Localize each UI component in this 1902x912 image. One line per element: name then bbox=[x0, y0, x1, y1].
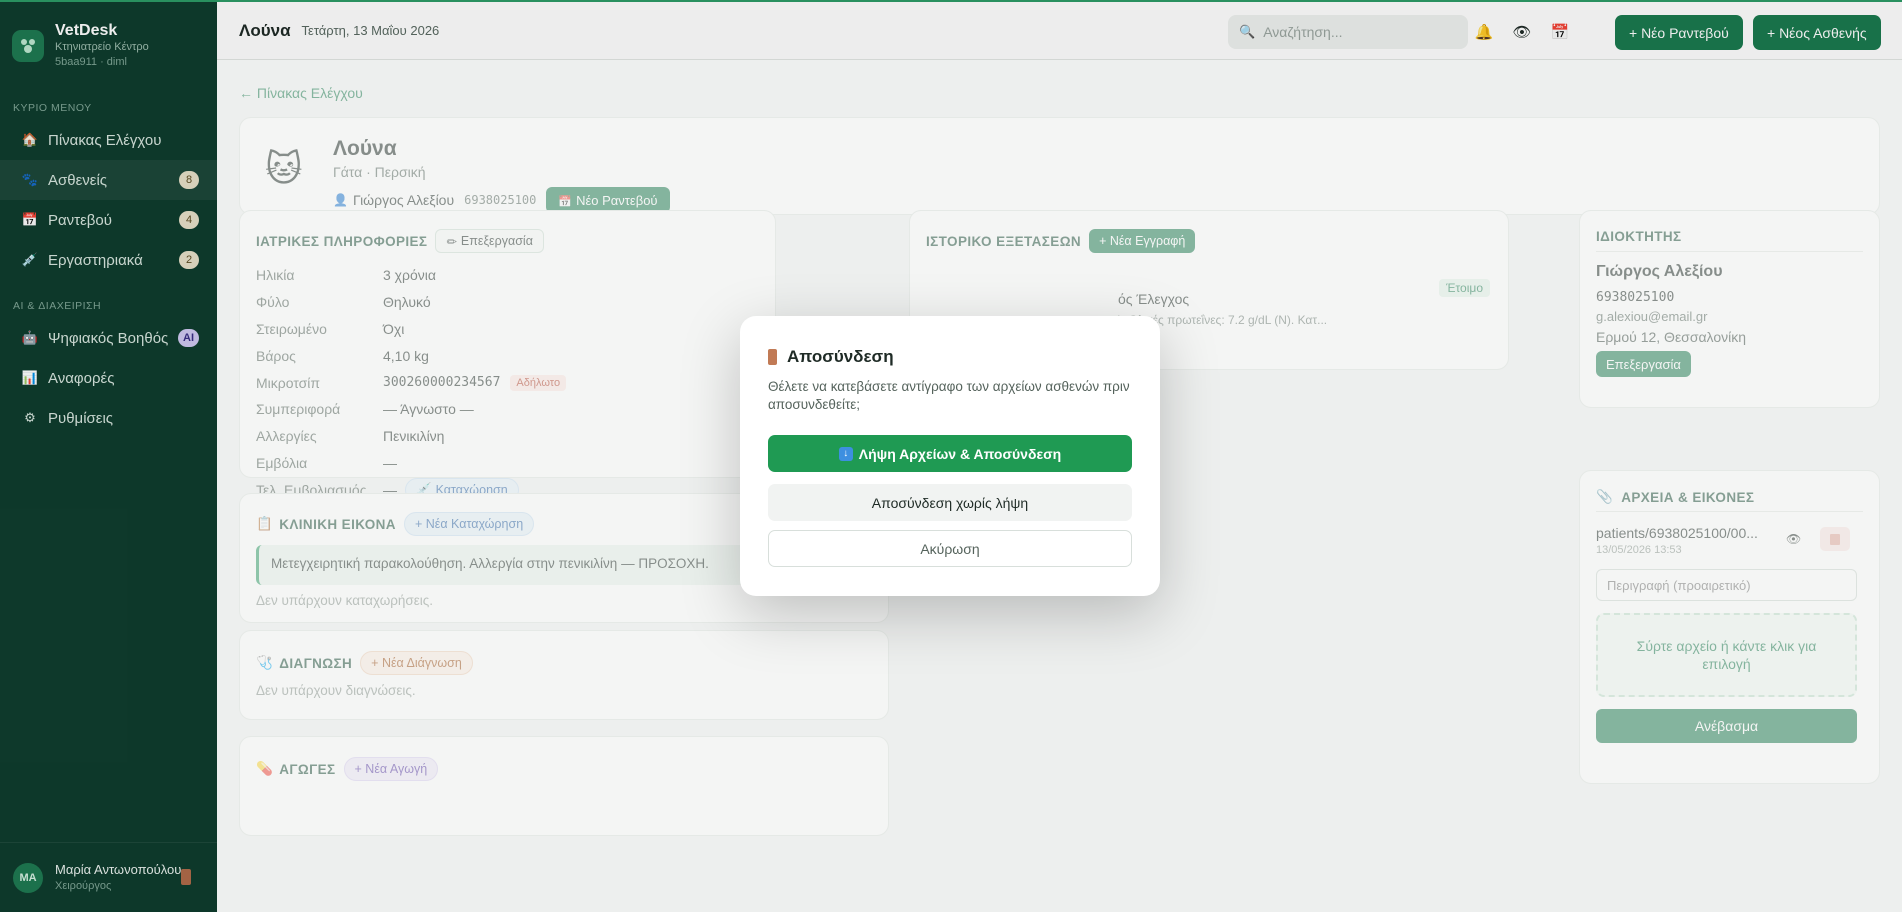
button-label: Λήψη Αρχείων & Αποσύνδεση bbox=[858, 445, 1062, 462]
logout-without-download-button[interactable]: Αποσύνδεση χωρίς λήψη bbox=[768, 484, 1132, 521]
download-and-logout-button[interactable]: ↓ Λήψη Αρχείων & Αποσύνδεση bbox=[768, 435, 1132, 472]
logout-modal: Αποσύνδεση Θέλετε να κατεβάσετε αντίγραφ… bbox=[740, 316, 1160, 596]
modal-backdrop[interactable]: Αποσύνδεση Θέλετε να κατεβάσετε αντίγραφ… bbox=[0, 0, 1902, 912]
download-icon: ↓ bbox=[838, 446, 853, 461]
modal-title-text: Αποσύνδεση bbox=[787, 347, 894, 366]
modal-message: Θέλετε να κατεβάσετε αντίγραφο των αρχεί… bbox=[768, 379, 1130, 412]
cancel-button[interactable]: Ακύρωση bbox=[768, 530, 1132, 567]
door-icon bbox=[768, 349, 777, 365]
modal-title: Αποσύνδεση bbox=[768, 347, 894, 367]
